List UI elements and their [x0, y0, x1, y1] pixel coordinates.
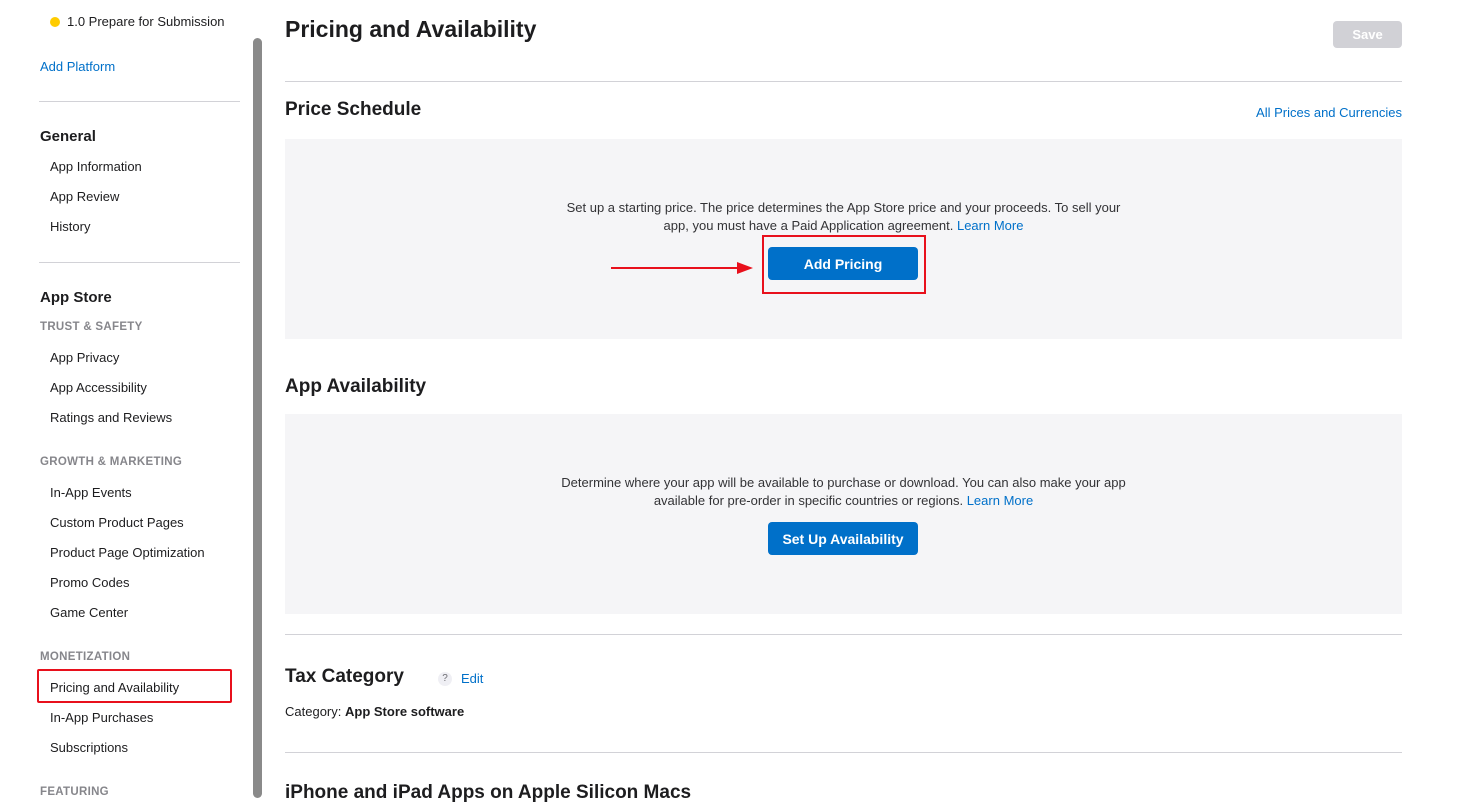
- sidebar-item-custom-product-pages[interactable]: Custom Product Pages: [50, 515, 184, 530]
- sidebar-item-app-accessibility[interactable]: App Accessibility: [50, 380, 147, 395]
- sidebar-heading-featuring: FEATURING: [40, 786, 109, 798]
- apple-silicon-title: iPhone and iPad Apps on Apple Silicon Ma…: [285, 782, 692, 803]
- sidebar-item-history[interactable]: History: [50, 219, 90, 234]
- sidebar-divider: [39, 101, 240, 102]
- set-up-availability-button[interactable]: Set Up Availability: [768, 522, 918, 555]
- price-schedule-title: Price Schedule: [285, 99, 422, 120]
- sidebar-heading-trust-safety: TRUST & SAFETY: [40, 321, 143, 333]
- section-divider: [285, 752, 1402, 753]
- sidebar-item-version[interactable]: 1.0 Prepare for Submission: [50, 14, 225, 29]
- sidebar-group-general: General: [40, 128, 96, 145]
- status-dot-icon: [50, 16, 60, 27]
- price-schedule-text-line2-wrap: app, you must have a Paid Application ag…: [285, 217, 1402, 235]
- sidebar-item-in-app-events[interactable]: In-App Events: [50, 485, 132, 500]
- sidebar-item-pricing-availability[interactable]: Pricing and Availability: [50, 680, 179, 695]
- sidebar-item-app-review[interactable]: App Review: [50, 189, 119, 204]
- app-availability-text-line2-wrap: available for pre-order in specific coun…: [285, 492, 1402, 510]
- sidebar-item-app-privacy[interactable]: App Privacy: [50, 350, 119, 365]
- sidebar-item-game-center[interactable]: Game Center: [50, 605, 128, 620]
- sidebar-item-promo-codes[interactable]: Promo Codes: [50, 575, 129, 590]
- section-divider: [285, 81, 1402, 82]
- page-title: Pricing and Availability: [285, 16, 537, 42]
- price-schedule-text-line1: Set up a starting price. The price deter…: [566, 200, 1121, 215]
- tax-category-value: Category: App Store software: [285, 704, 464, 719]
- add-platform-link[interactable]: Add Platform: [40, 59, 115, 74]
- sidebar-item-product-page-optimization[interactable]: Product Page Optimization: [50, 545, 205, 560]
- edit-tax-category-link[interactable]: Edit: [461, 671, 483, 686]
- price-schedule-panel: Set up a starting price. The price deter…: [285, 139, 1402, 339]
- price-schedule-description: Set up a starting price. The price deter…: [285, 199, 1402, 235]
- sidebar-group-app-store: App Store: [40, 289, 112, 306]
- category-value: App Store software: [345, 704, 465, 719]
- price-schedule-text-line2: app, you must have a Paid Application ag…: [663, 218, 954, 233]
- app-availability-text-line2: available for pre-order in specific coun…: [653, 493, 964, 508]
- app-availability-title: App Availability: [285, 376, 427, 397]
- learn-more-link[interactable]: Learn More: [967, 493, 1033, 508]
- app-availability-text-line1: Determine where your app will be availab…: [561, 475, 1126, 490]
- sidebar-item-subscriptions[interactable]: Subscriptions: [50, 740, 128, 755]
- app-availability-panel: Determine where your app will be availab…: [285, 414, 1402, 614]
- sidebar-item-app-information[interactable]: App Information: [50, 159, 142, 174]
- category-label: Category:: [285, 704, 342, 719]
- tax-category-title: Tax Category: [285, 666, 404, 687]
- app-availability-description: Determine where your app will be availab…: [285, 474, 1402, 510]
- sidebar-heading-growth-marketing: GROWTH & MARKETING: [40, 456, 183, 468]
- main-content: Pricing and Availability Save Price Sche…: [285, 0, 1402, 803]
- sidebar: 1.0 Prepare for Submission Add Platform …: [0, 0, 262, 798]
- add-pricing-button[interactable]: Add Pricing: [768, 247, 918, 280]
- sidebar-scrollbar[interactable]: [253, 38, 262, 798]
- learn-more-link[interactable]: Learn More: [957, 218, 1023, 233]
- section-divider: [285, 634, 1402, 635]
- sidebar-item-in-app-purchases[interactable]: In-App Purchases: [50, 710, 153, 725]
- sidebar-item-ratings-reviews[interactable]: Ratings and Reviews: [50, 410, 172, 425]
- save-button[interactable]: Save: [1333, 21, 1402, 48]
- all-prices-link[interactable]: All Prices and Currencies: [1256, 105, 1402, 120]
- sidebar-item-label: 1.0 Prepare for Submission: [67, 14, 225, 29]
- sidebar-heading-monetization: MONETIZATION: [40, 651, 131, 663]
- annotation-arrow-icon: [611, 262, 753, 274]
- sidebar-divider: [39, 262, 240, 263]
- help-icon[interactable]: ?: [438, 672, 452, 686]
